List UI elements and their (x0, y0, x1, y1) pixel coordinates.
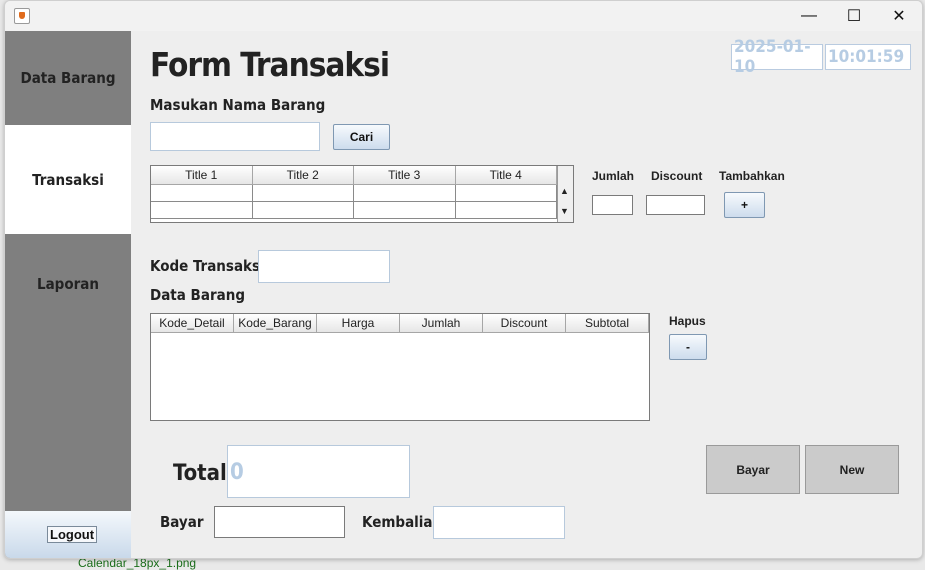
total-field[interactable]: 0 (227, 445, 410, 498)
column-header[interactable]: Title 2 (253, 166, 354, 184)
discount-input[interactable] (646, 195, 705, 215)
kembalian-label: Kembalian (362, 513, 443, 531)
sidebar-item-label: Data Barang (20, 69, 116, 87)
bayar-input[interactable] (214, 506, 345, 538)
data-barang-label: Data Barang (150, 286, 245, 304)
kode-transaksi-input[interactable] (258, 250, 390, 283)
scroll-up-icon[interactable]: ▲ (560, 186, 569, 196)
column-header[interactable]: Title 4 (456, 166, 557, 184)
sidebar: Data Barang Transaksi Laporan Logout (5, 31, 131, 558)
java-app-icon (14, 8, 30, 24)
column-header[interactable]: Kode_Barang (234, 314, 317, 332)
maximize-icon: ☐ (846, 8, 862, 25)
title-bar: — ☐ ✕ (5, 1, 922, 31)
new-button[interactable]: New (805, 445, 899, 494)
minimize-icon: — (801, 7, 817, 24)
time-field[interactable]: 10:01:59 (825, 44, 911, 70)
app-window: — ☐ ✕ Data Barang Transaksi Laporan Logo… (4, 0, 923, 559)
column-header[interactable]: Discount (483, 314, 566, 332)
column-header[interactable]: Harga (317, 314, 400, 332)
logout-panel: Logout (5, 511, 131, 558)
close-icon: ✕ (892, 8, 906, 25)
sidebar-item-laporan[interactable]: Laporan (5, 234, 131, 334)
search-results-table: Title 1 Title 2 Title 3 Title 4 ▲ ▼ (150, 165, 574, 223)
jumlah-label: Jumlah (592, 169, 635, 183)
delete-item-button[interactable]: - (669, 334, 707, 360)
detail-table-header: Kode_Detail Kode_Barang Harga Jumlah Dis… (151, 314, 649, 333)
column-header[interactable]: Title 1 (151, 166, 253, 184)
cari-button[interactable]: Cari (333, 124, 390, 150)
tambahkan-label: Tambahkan (719, 169, 785, 183)
bayar-label: Bayar (160, 513, 204, 531)
add-item-button[interactable]: + (724, 192, 765, 218)
vertical-scrollbar[interactable]: ▲ ▼ (557, 166, 573, 222)
column-header[interactable]: Subtotal (566, 314, 649, 332)
column-header[interactable]: Kode_Detail (151, 314, 234, 332)
jumlah-input[interactable] (592, 195, 633, 215)
search-table-header: Title 1 Title 2 Title 3 Title 4 (151, 166, 557, 185)
sidebar-item-transaksi[interactable]: Transaksi (5, 125, 131, 234)
minimize-button[interactable]: — (786, 1, 832, 31)
close-button[interactable]: ✕ (876, 1, 922, 31)
search-input[interactable] (150, 122, 320, 151)
logout-button[interactable]: Logout (47, 526, 98, 543)
scroll-down-icon[interactable]: ▼ (560, 206, 569, 216)
maximize-button[interactable]: ☐ (831, 1, 877, 31)
date-field[interactable]: 2025-01-10 (731, 37, 823, 77)
table-row[interactable] (151, 185, 557, 202)
kembalian-field[interactable] (433, 506, 565, 539)
column-header[interactable]: Title 3 (354, 166, 456, 184)
sidebar-item-label: Transaksi (32, 170, 104, 189)
bayar-button[interactable]: Bayar (706, 445, 800, 494)
search-label: Masukan Nama Barang (150, 96, 326, 114)
sidebar-item-label: Laporan (36, 275, 99, 293)
table-row[interactable] (151, 202, 557, 219)
discount-label: Discount (651, 169, 703, 183)
hapus-label: Hapus (669, 314, 706, 328)
detail-table: Kode_Detail Kode_Barang Harga Jumlah Dis… (150, 313, 650, 421)
sidebar-item-data-barang[interactable]: Data Barang (5, 31, 131, 125)
total-label: Total (173, 461, 227, 486)
column-header[interactable]: Jumlah (400, 314, 483, 332)
page-title: Form Transaksi (150, 45, 390, 84)
kode-transaksi-label: Kode Transaksi (150, 257, 265, 275)
